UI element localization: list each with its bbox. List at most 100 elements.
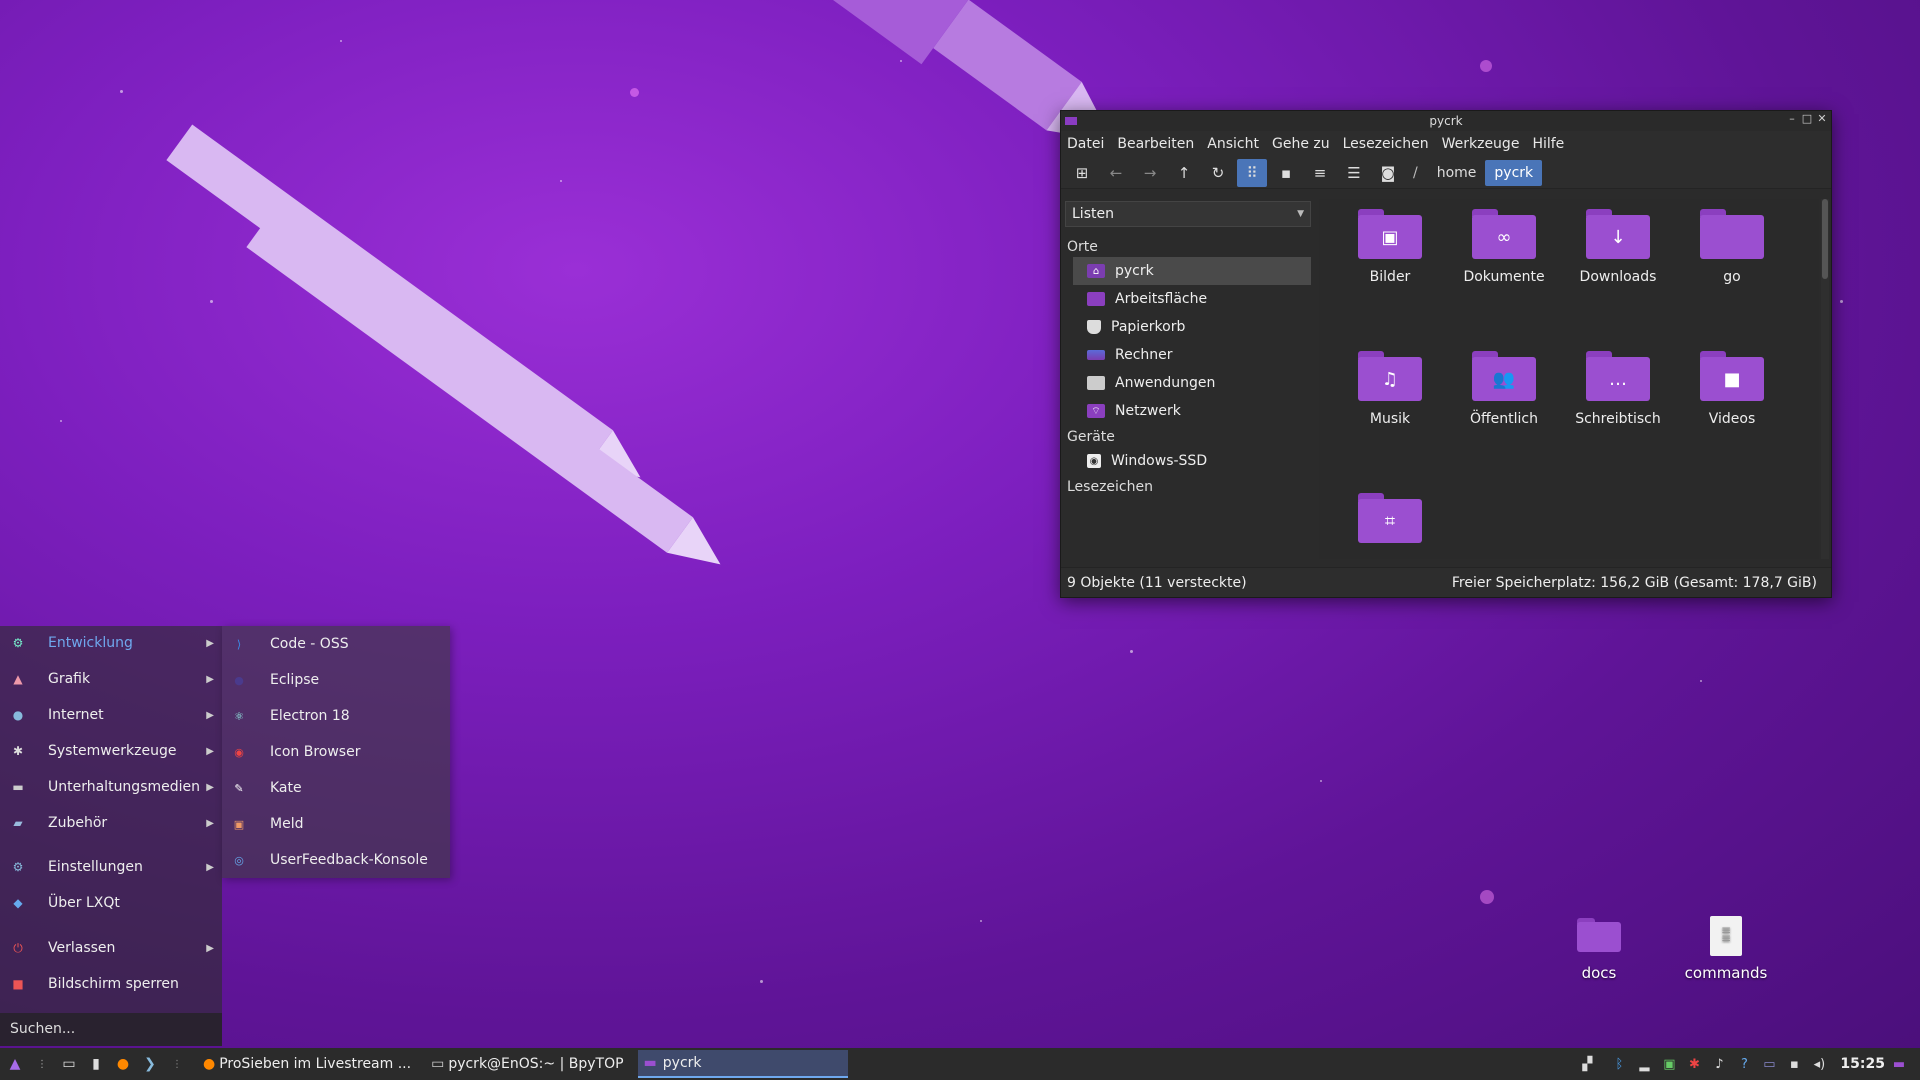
- workspace-switcher-icon[interactable]: ▞: [1569, 1057, 1605, 1072]
- window-titlebar[interactable]: pycrk – □ ✕: [1061, 111, 1831, 131]
- file-manager-icon[interactable]: ▭: [57, 1052, 81, 1076]
- file-view-scrollbar[interactable]: [1821, 199, 1829, 559]
- menu-werkzeuge[interactable]: Werkzeuge: [1442, 136, 1520, 152]
- file-dokumente[interactable]: ∞ Dokumente: [1449, 209, 1559, 285]
- side-pane-mode-select[interactable]: Listen ▼: [1065, 201, 1311, 227]
- menu-datei[interactable]: Datei: [1067, 136, 1104, 152]
- task-label: pycrk@EnOS:~ | BpyTOP: [448, 1056, 624, 1072]
- file-downloads[interactable]: ↓ Downloads: [1563, 209, 1673, 285]
- breadcrumb-home[interactable]: home: [1428, 160, 1486, 186]
- submenu-item-icon-browser[interactable]: ◉ Icon Browser: [222, 734, 450, 770]
- app-launcher-icon[interactable]: ▲: [3, 1052, 27, 1076]
- place-applications[interactable]: Anwendungen: [1073, 369, 1311, 397]
- documents-folder-icon: ∞: [1472, 209, 1536, 259]
- menu-item-entwicklung[interactable]: ⚙ Entwicklung ▶: [0, 626, 222, 660]
- multimedia-icon: ▬: [12, 780, 24, 794]
- graphics-icon: ▲: [13, 672, 23, 686]
- menu-hilfe[interactable]: Hilfe: [1532, 136, 1564, 152]
- submenu-item-userfeedback[interactable]: ◎ UserFeedback-Konsole: [222, 842, 450, 878]
- desktop-icon-commands[interactable]: ≡ ≡ commands: [1671, 916, 1781, 982]
- menu-item-internet[interactable]: ● Internet ▶: [0, 698, 222, 732]
- maximize-icon[interactable]: □: [1800, 112, 1814, 125]
- taskbar: ▲ ⋮ ▭ ▮ ● ❯ ⋮ ● ProSieben im Livestream …: [0, 1048, 1920, 1080]
- task-firefox[interactable]: ● ProSieben im Livestream ...: [197, 1050, 417, 1078]
- menu-item-ueber-lxqt[interactable]: ◆ Über LXQt: [0, 886, 222, 920]
- up-icon[interactable]: ↑: [1169, 159, 1199, 187]
- firefox-icon[interactable]: ●: [111, 1052, 135, 1076]
- submenu-item-code-oss[interactable]: ⟩ Code - OSS: [222, 626, 450, 662]
- file-schreibtisch[interactable]: … Schreibtisch: [1563, 351, 1673, 427]
- place-trash[interactable]: Papierkorb: [1073, 313, 1311, 341]
- menu-item-label: Bildschirm sperren: [48, 976, 179, 992]
- back-icon[interactable]: ←: [1101, 159, 1131, 187]
- help-icon[interactable]: ?: [1733, 1057, 1755, 1072]
- submenu-item-eclipse[interactable]: ● Eclipse: [222, 662, 450, 698]
- menu-item-systemwerkzeuge[interactable]: ✱ Systemwerkzeuge ▶: [0, 734, 222, 768]
- device-windows-ssd[interactable]: ◉ Windows-SSD: [1073, 447, 1311, 475]
- pictures-folder-icon: ▣: [1358, 209, 1422, 259]
- breadcrumb-pycrk[interactable]: pycrk: [1485, 159, 1543, 186]
- task-terminal[interactable]: ▭ pycrk@EnOS:~ | BpyTOP: [425, 1050, 629, 1078]
- menu-search-input[interactable]: Suchen...: [0, 1013, 222, 1046]
- icon-view-icon[interactable]: ⠿: [1237, 158, 1267, 187]
- file-videos[interactable]: ■ Videos: [1677, 351, 1787, 427]
- lock-icon[interactable]: ▪: [1783, 1057, 1805, 1072]
- downloads-folder-icon: ↓: [1586, 209, 1650, 259]
- about-icon: ◆: [13, 896, 23, 910]
- menu-lesezeichen[interactable]: Lesezeichen: [1343, 136, 1429, 152]
- new-tab-icon[interactable]: ⊞: [1067, 159, 1097, 187]
- file-oeffentlich[interactable]: 👥 Öffentlich: [1449, 351, 1559, 427]
- bluetooth-icon[interactable]: ᛒ: [1608, 1057, 1630, 1072]
- menu-bearbeiten[interactable]: Bearbeiten: [1117, 136, 1194, 152]
- menu-item-einstellungen[interactable]: ⚙ Einstellungen ▶: [0, 850, 222, 884]
- reload-icon[interactable]: ↻: [1203, 159, 1233, 187]
- notification-bell-icon[interactable]: ♪: [1708, 1057, 1730, 1072]
- menu-item-grafik[interactable]: ▲ Grafik ▶: [0, 662, 222, 696]
- network-signal-icon[interactable]: ▂: [1633, 1057, 1655, 1072]
- place-computer[interactable]: Rechner: [1073, 341, 1311, 369]
- show-desktop-corner-icon[interactable]: ▬: [1888, 1057, 1910, 1072]
- menu-item-zubehoer[interactable]: ▰ Zubehör ▶: [0, 806, 222, 840]
- task-file-manager[interactable]: ▬ pycrk: [637, 1050, 848, 1078]
- forward-icon[interactable]: →: [1135, 159, 1165, 187]
- menu-item-bildschirm-sperren[interactable]: ■ Bildschirm sperren: [0, 967, 222, 1001]
- file-bilder[interactable]: ▣ Bilder: [1335, 209, 1445, 285]
- detail-view-icon[interactable]: ☰: [1339, 159, 1369, 187]
- compact-view-icon[interactable]: ≡: [1305, 159, 1335, 187]
- window-title: pycrk: [1429, 114, 1463, 128]
- terminal-icon[interactable]: ▮: [84, 1052, 108, 1076]
- task-label: ProSieben im Livestream ...: [219, 1056, 412, 1072]
- volume-icon[interactable]: ◂): [1808, 1057, 1830, 1072]
- submenu-item-meld[interactable]: ▣ Meld: [222, 806, 450, 842]
- drive-root-icon[interactable]: ◙: [1373, 159, 1403, 187]
- updates-icon[interactable]: ▣: [1658, 1057, 1680, 1072]
- menu-ansicht[interactable]: Ansicht: [1207, 136, 1259, 152]
- show-desktop-icon[interactable]: ⋮: [30, 1052, 54, 1076]
- submenu-item-kate[interactable]: ✎ Kate: [222, 770, 450, 806]
- minimize-icon[interactable]: –: [1785, 112, 1799, 125]
- meld-icon: ▣: [233, 817, 245, 831]
- file-musik[interactable]: ♫ Musik: [1335, 351, 1445, 427]
- submenu-item-electron[interactable]: ⚛ Electron 18: [222, 698, 450, 734]
- clock[interactable]: 15:25: [1840, 1056, 1885, 1072]
- desktop-icon-docs[interactable]: docs: [1544, 918, 1654, 982]
- close-icon[interactable]: ✕: [1815, 112, 1829, 125]
- text-file-icon: ≡ ≡: [1710, 916, 1742, 956]
- place-pycrk[interactable]: ⌂ pycrk: [1073, 257, 1311, 285]
- thumbnail-view-icon[interactable]: ▪: [1271, 159, 1301, 187]
- security-icon[interactable]: ✱: [1683, 1057, 1705, 1072]
- place-desktop[interactable]: Arbeitsfläche: [1073, 285, 1311, 313]
- menu-item-verlassen[interactable]: ⏻ Verlassen ▶: [0, 931, 222, 965]
- menu-bar: Datei Bearbeiten Ansicht Gehe zu Lesezei…: [1061, 131, 1831, 157]
- place-label: Arbeitsfläche: [1115, 291, 1208, 307]
- status-item-count: 9 Objekte (11 versteckte): [1067, 574, 1247, 591]
- place-network[interactable]: ⌔ Netzwerk: [1073, 397, 1311, 425]
- file-go[interactable]: go: [1677, 209, 1787, 285]
- run-icon[interactable]: ❯: [138, 1052, 162, 1076]
- display-icon[interactable]: ▭: [1758, 1057, 1780, 1072]
- file-vorlagen[interactable]: ⌗: [1335, 493, 1445, 553]
- menu-gehe-zu[interactable]: Gehe zu: [1272, 136, 1330, 152]
- chevron-right-icon: ▶: [206, 861, 214, 873]
- places-header: Orte: [1067, 239, 1098, 255]
- menu-item-unterhaltungsmedien[interactable]: ▬ Unterhaltungsmedien ▶: [0, 770, 222, 804]
